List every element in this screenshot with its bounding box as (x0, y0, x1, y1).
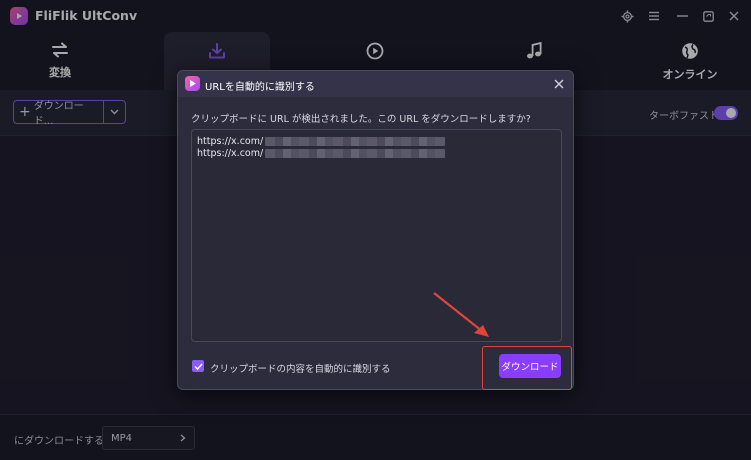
checkmark-icon (193, 362, 203, 370)
redacted-url (265, 148, 446, 158)
redacted-url (265, 136, 446, 146)
close-icon[interactable] (551, 76, 567, 92)
dialog-message: クリップボードに URL が検出されました。この URL をダウンロードしますか… (191, 114, 531, 125)
app-logo-icon (185, 76, 200, 91)
dialog-title: URLを自動的に識別する (205, 82, 315, 93)
url-textarea[interactable]: https://x.com/ https://x.com/ (191, 129, 562, 342)
url-text: https://x.com/ (197, 135, 264, 147)
dialog-header: URLを自動的に識別する (178, 71, 573, 97)
auto-detect-label: クリップボードの内容を自動的に識別する (210, 364, 391, 375)
auto-detect-checkbox[interactable] (192, 360, 204, 372)
url-detect-dialog: URLを自動的に識別する クリップボードに URL が検出されました。この UR… (177, 70, 574, 390)
url-line: https://x.com/ (197, 135, 556, 147)
download-confirm-button[interactable]: ダウンロード (499, 354, 561, 378)
url-text: https://x.com/ (197, 147, 264, 159)
url-line: https://x.com/ (197, 147, 556, 159)
